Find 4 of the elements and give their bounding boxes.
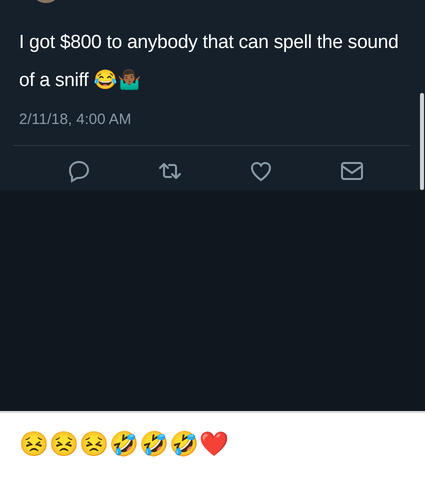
tweet-timestamp: 2/11/18, 4:00 AM: [19, 110, 132, 130]
scrollbar[interactable]: [420, 93, 424, 190]
emoji-comment: 😣😣😣🤣🤣🤣❤: [18, 430, 230, 457]
tweet-text: I got $800 to anybody that can spell the sound of a sniff 😂🤷🏾‍♂: [19, 31, 399, 93]
